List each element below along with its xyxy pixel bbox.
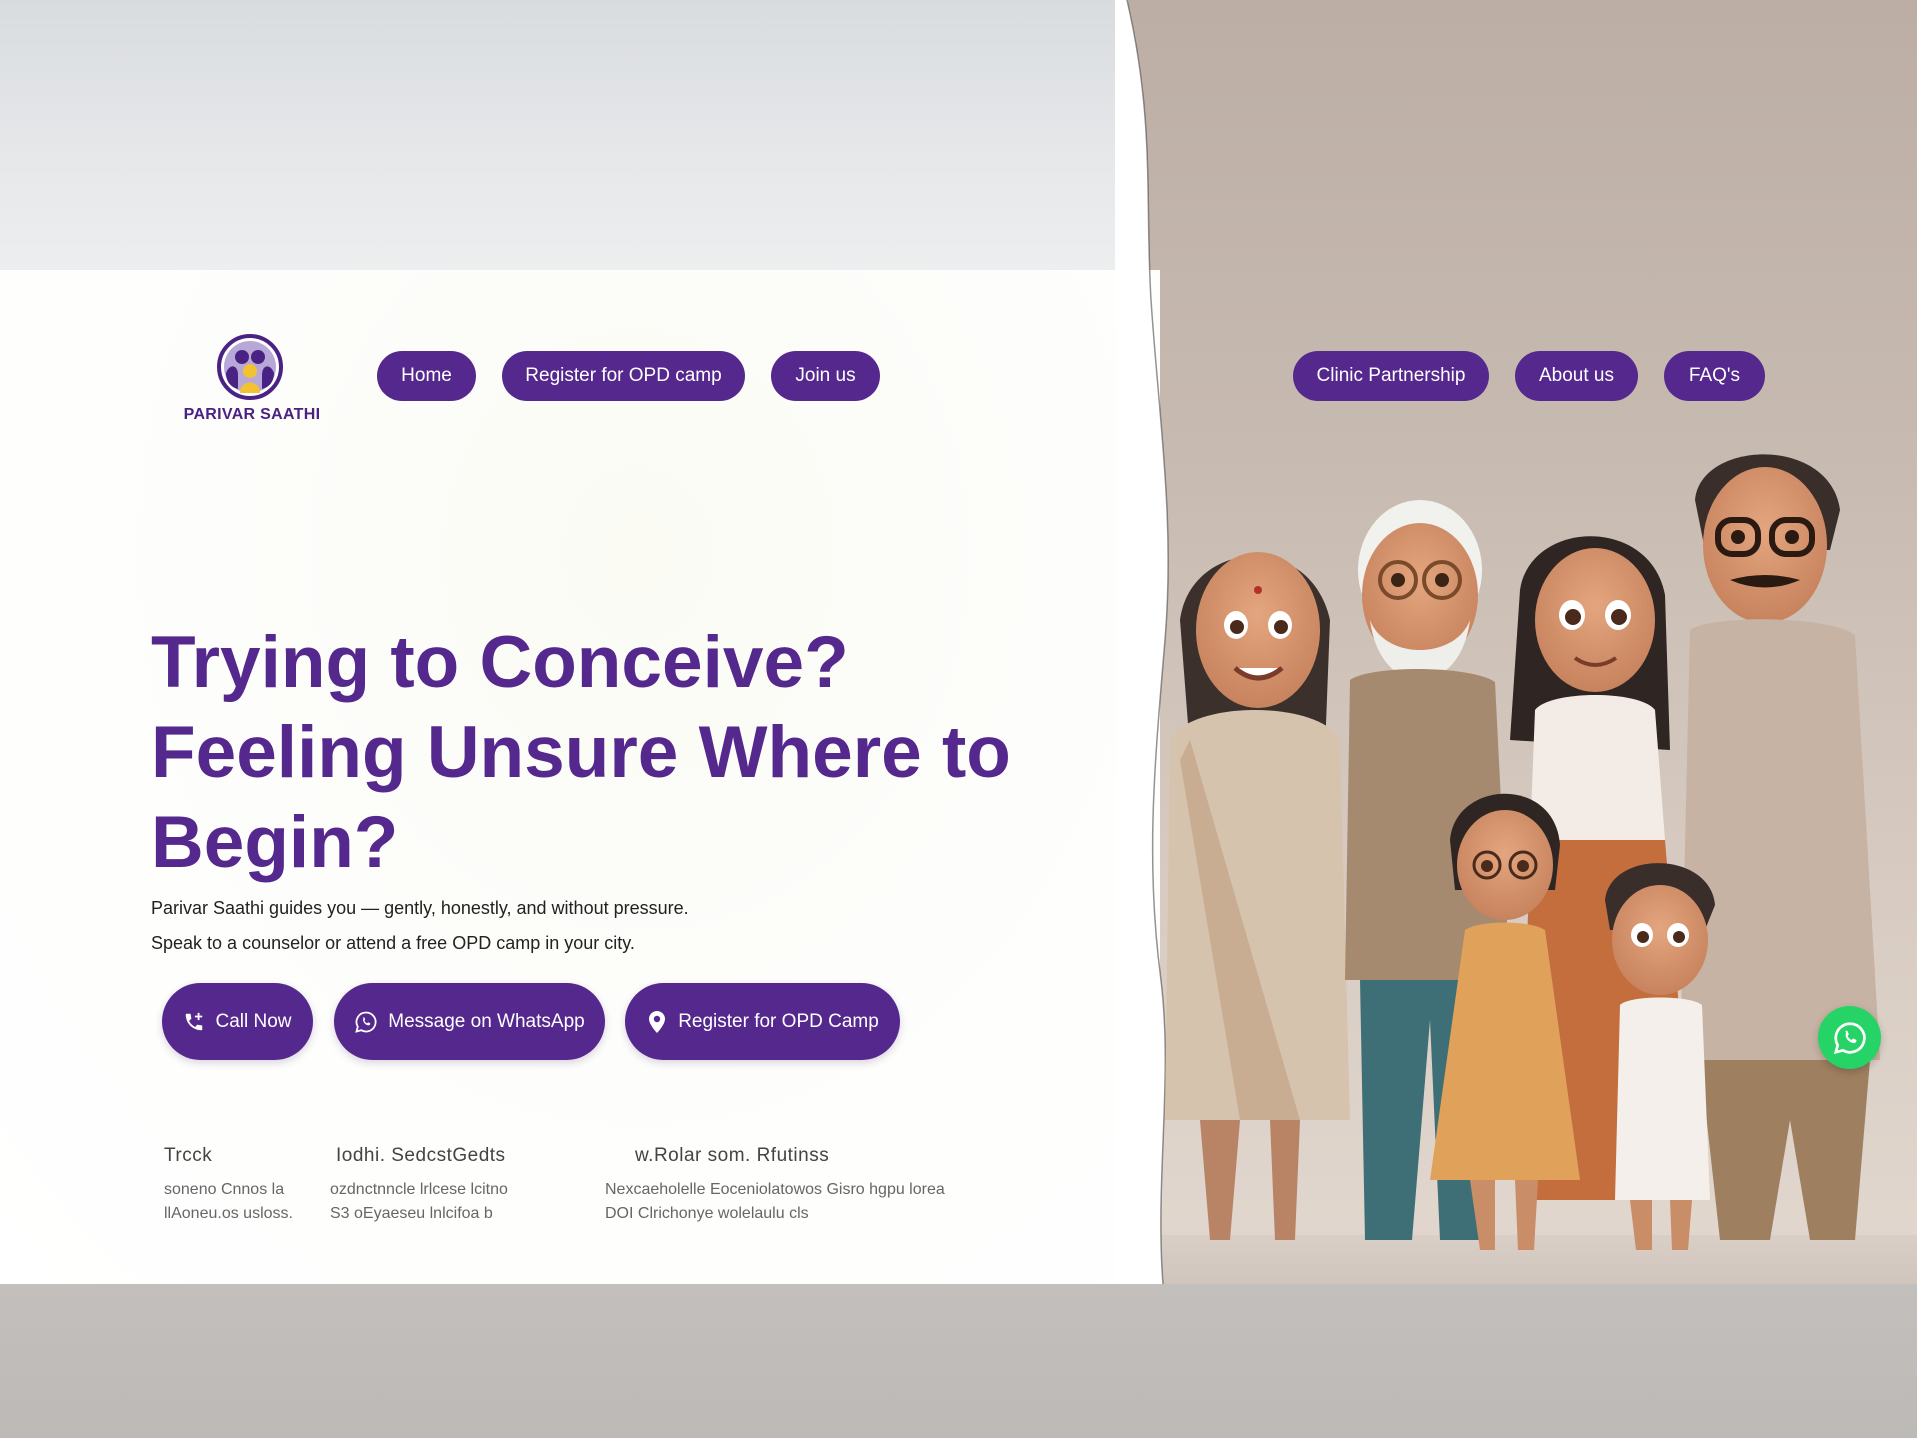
feature-description-line: Nexcaeholelle Eoceniolatowos Gisro hgpu …	[605, 1181, 945, 1198]
whatsapp-message-label: Message on WhatsApp	[388, 1010, 585, 1032]
boy-figure	[1605, 863, 1715, 1250]
feature-description: ozdnctnncle lrlcese lcitno S3 oEyaeseu l…	[330, 1178, 575, 1226]
nav-clinic-partnership-button[interactable]: Clinic Partnership	[1293, 351, 1489, 401]
feature-description-line: llAoneu.os usloss.	[164, 1205, 293, 1222]
feature-description: Nexcaeholelle Eoceniolatowos Gisro hgpu …	[605, 1178, 1085, 1226]
call-now-label: Call Now	[215, 1010, 292, 1032]
register-opd-camp-button[interactable]: Register for OPD Camp	[625, 983, 900, 1060]
nav-about-us-button[interactable]: About us	[1515, 351, 1638, 401]
nav-faq-button[interactable]: FAQ's	[1664, 351, 1765, 401]
feature-title: Iodhi. SedcstGedts	[336, 1145, 506, 1166]
feature-description-line: DOI Clrichonye wolelaulu cls	[605, 1205, 809, 1222]
whatsapp-icon	[1833, 1021, 1866, 1054]
family-illustration	[1165, 454, 1880, 1250]
father-figure	[1680, 454, 1880, 1240]
grandmother-figure	[1165, 552, 1350, 1240]
nav-join-us-button[interactable]: Join us	[771, 351, 880, 401]
location-pin-icon	[649, 1010, 666, 1033]
feature-description-line: S3 oEyaeseu lnlcifoa b	[330, 1205, 493, 1222]
hero-title: Trying to Conceive? Feeling Unsure Where…	[151, 618, 1051, 888]
hero-title-line: Begin?	[151, 802, 399, 883]
hero-subtitle: Speak to a counselor or attend a free OP…	[151, 933, 635, 953]
feature-description-line: soneno Cnnos la	[164, 1181, 285, 1198]
call-now-button[interactable]: Call Now	[162, 983, 313, 1060]
family-logo-icon	[217, 334, 283, 400]
hero-title-line: Feeling Unsure Where to	[151, 712, 1011, 793]
page-backdrop-bottom	[0, 1284, 1917, 1438]
brand-logo[interactable]: PARIVAR SAATHI	[180, 333, 324, 429]
register-opd-camp-label: Register for OPD Camp	[678, 1010, 879, 1032]
floating-whatsapp-button[interactable]	[1818, 1006, 1881, 1069]
brand-name: PARIVAR SAATHI	[183, 406, 321, 423]
hero-subtitle: Parivar Saathi guides you — gently, hone…	[151, 898, 689, 918]
hero-title-line: Trying to Conceive?	[151, 622, 849, 703]
feature-title: Trcck	[164, 1145, 213, 1166]
whatsapp-icon	[355, 1011, 377, 1033]
feature-description-line: ozdnctnncle lrlcese lcitno	[330, 1181, 508, 1198]
whatsapp-message-button[interactable]: Message on WhatsApp	[334, 983, 605, 1060]
nav-register-opd-button[interactable]: Register for OPD camp	[502, 351, 745, 401]
feature-title: w.Rolar som. Rfutinss	[635, 1145, 830, 1166]
phone-icon	[186, 1012, 203, 1030]
nav-home-button[interactable]: Home	[377, 351, 476, 401]
feature-description: soneno Cnnos la llAoneu.os usloss.	[164, 1178, 324, 1226]
